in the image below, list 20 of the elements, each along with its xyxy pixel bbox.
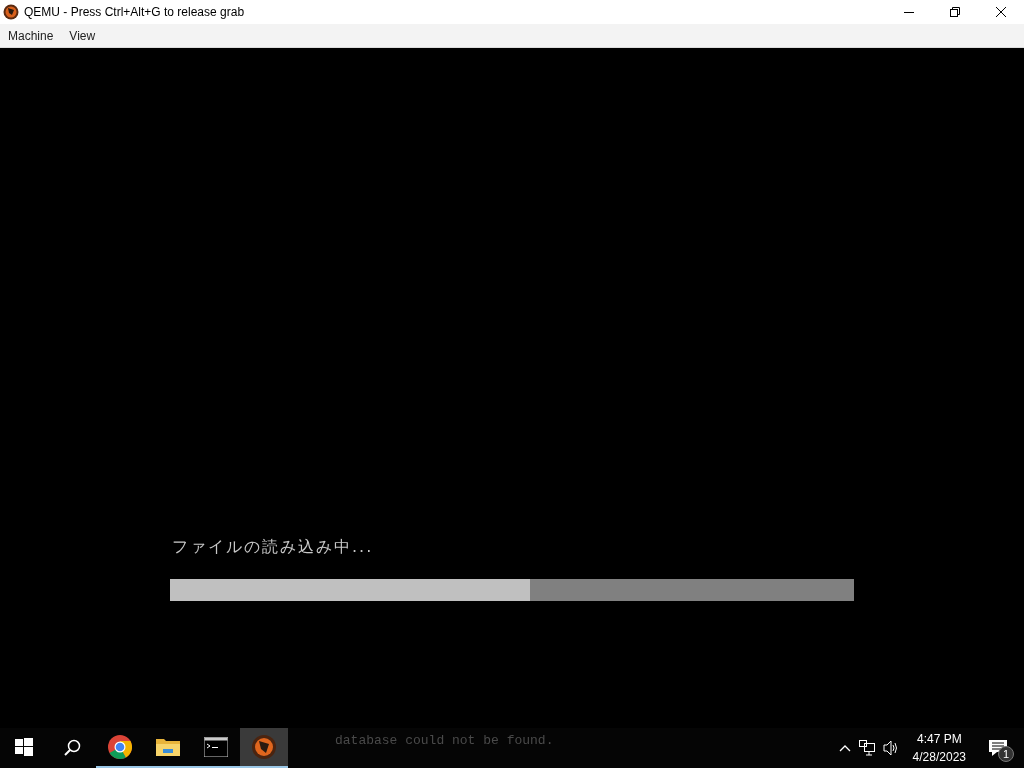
folder-icon [156, 736, 180, 758]
menu-item[interactable]: Machine [0, 28, 62, 43]
window-title: QEMU - Press Ctrl+Alt+G to release grab [24, 5, 246, 19]
terminal-icon [204, 737, 228, 757]
search-icon [63, 738, 81, 756]
taskbar-button[interactable] [240, 728, 288, 768]
restore-icon [950, 7, 960, 17]
qemu-app-icon [252, 735, 276, 759]
browser-icon [108, 735, 132, 759]
clock-time[interactable]: 4:47 PM [916, 730, 962, 748]
console-text: database could not be found. [335, 733, 554, 748]
windows-logo-icon [15, 738, 33, 756]
qemu-app-icon [3, 4, 19, 20]
loading-message: ファイルの読み込み中... [172, 537, 375, 558]
network-icon[interactable] [858, 740, 875, 756]
clock-date[interactable]: 4/28/2023 [912, 748, 966, 766]
menu-item[interactable]: View [61, 28, 104, 43]
speaker-icon[interactable] [882, 740, 899, 756]
close-icon [996, 7, 1006, 17]
notification-count: 1 [998, 746, 1014, 762]
